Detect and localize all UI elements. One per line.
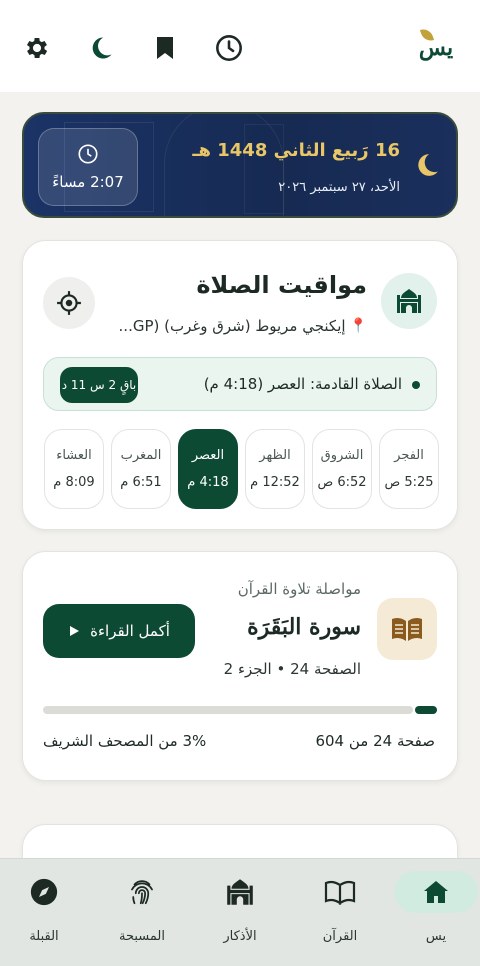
fingerprint-icon xyxy=(112,871,172,913)
prayer-item-isha[interactable]: العشاء 8:09 م xyxy=(44,429,104,509)
prayer-time: 6:51 م xyxy=(120,475,162,490)
nav-item-home[interactable]: يس xyxy=(394,869,478,959)
prayer-times-card: مواقيت الصلاة 📍 إيكنجي مريوط (شرق وغرب) … xyxy=(22,240,458,530)
prayer-times-title: مواقيت الصلاة xyxy=(196,271,367,299)
bottom-navigation: يس القرآن الأذكار المسبحة القبلة xyxy=(0,858,480,966)
mosque-icon xyxy=(381,273,437,329)
continue-reading-button[interactable]: أكمل القراءة xyxy=(43,604,195,658)
current-time: 2:07 مساءً xyxy=(52,173,124,191)
prayer-item-asr[interactable]: العصر 4:18 م xyxy=(178,429,238,509)
status-dot xyxy=(412,381,420,389)
page-part-info: الصفحة 24 • الجزء 2 xyxy=(223,660,361,678)
app-logo: يس xyxy=(418,26,454,66)
bookmark-icon[interactable] xyxy=(150,33,180,63)
prayer-name: المغرب xyxy=(120,448,162,463)
prayer-name: الفجر xyxy=(394,448,424,463)
date-time-banner: 2:07 مساءً 16 رَبيع الثاني 1448 هـ الأحد… xyxy=(22,112,458,218)
prayer-item-maghrib[interactable]: المغرب 6:51 م xyxy=(111,429,171,509)
settings-icon[interactable] xyxy=(22,33,52,63)
book-icon xyxy=(310,871,370,913)
top-app-bar: يس xyxy=(0,0,480,92)
nav-item-quran[interactable]: القرآن xyxy=(298,869,382,959)
nav-label: القبلة xyxy=(29,929,59,944)
prayer-name: العشاء xyxy=(56,448,92,463)
hijri-date: 16 رَبيع الثاني 1448 هـ xyxy=(192,140,400,161)
prayer-item-fajr[interactable]: الفجر 5:25 ص xyxy=(379,429,439,509)
prayer-time: 6:52 ص xyxy=(317,475,367,490)
prayer-time: 8:09 م xyxy=(53,475,95,490)
open-book-icon xyxy=(377,598,437,660)
prayer-name: الشروق xyxy=(320,448,364,463)
prayer-item-dhuhr[interactable]: الظهر 12:52 م xyxy=(245,429,305,509)
nav-item-adhkar[interactable]: الأذكار xyxy=(198,869,282,959)
prayer-time: 5:25 ص xyxy=(384,475,434,490)
crescent-moon-icon xyxy=(418,154,438,176)
nav-label: القرآن xyxy=(322,929,358,944)
progress-percent-text: 3% من المصحف الشريف xyxy=(43,732,207,750)
gps-location-button[interactable] xyxy=(43,277,95,329)
current-time-box: 2:07 مساءً xyxy=(38,128,138,206)
continue-reading-label-text: أكمل القراءة xyxy=(90,622,170,640)
prayer-list: الفجر 5:25 ص الشروق 6:52 ص الظهر 12:52 م… xyxy=(43,429,439,509)
compass-icon xyxy=(14,871,74,913)
page-of-total: صفحة 24 من 604 xyxy=(315,732,435,750)
time-remaining-badge: باقٍ 2 س 11 د xyxy=(60,367,138,403)
mosque-icon xyxy=(210,871,270,913)
reading-progress-fill xyxy=(415,706,437,714)
nav-label: يس xyxy=(425,929,447,944)
reading-progress-track xyxy=(43,706,413,714)
location-text: 📍 إيكنجي مريوط (شرق وغرب) (GP... xyxy=(119,317,367,335)
nav-item-tasbih[interactable]: المسبحة xyxy=(100,869,184,959)
continue-reading-label: مواصلة تلاوة القرآن xyxy=(237,580,361,598)
nav-label: المسبحة xyxy=(119,929,165,944)
next-prayer-text: الصلاة القادمة: العصر (4:18 م) xyxy=(203,375,402,393)
pin-icon: 📍 xyxy=(349,318,367,334)
clock-icon[interactable] xyxy=(214,33,244,63)
nav-label: الأذكار xyxy=(223,929,257,944)
prayer-item-sunrise[interactable]: الشروق 6:52 ص xyxy=(312,429,372,509)
target-icon xyxy=(57,291,81,315)
moon-icon[interactable] xyxy=(86,33,116,63)
prayer-time: 12:52 م xyxy=(250,475,300,490)
clock-icon xyxy=(78,144,98,164)
home-icon xyxy=(394,871,478,913)
gregorian-date: الأحد، ٢٧ سبتمبر ٢٠٢٦ xyxy=(278,180,400,195)
location-label: إيكنجي مريوط (شرق وغرب) (GP... xyxy=(118,317,346,335)
next-prayer-bar: الصلاة القادمة: العصر (4:18 م) باقٍ 2 س … xyxy=(43,357,437,411)
play-icon xyxy=(70,626,80,636)
prayer-name: العصر xyxy=(191,448,225,463)
surah-name: سورة البَقَرَة xyxy=(247,614,361,640)
prayer-name: الظهر xyxy=(259,448,291,463)
nav-item-qibla[interactable]: القبلة xyxy=(2,869,86,959)
prayer-time: 4:18 م xyxy=(187,475,229,490)
continue-reading-card: مواصلة تلاوة القرآن سورة البَقَرَة الصفح… xyxy=(22,551,458,781)
